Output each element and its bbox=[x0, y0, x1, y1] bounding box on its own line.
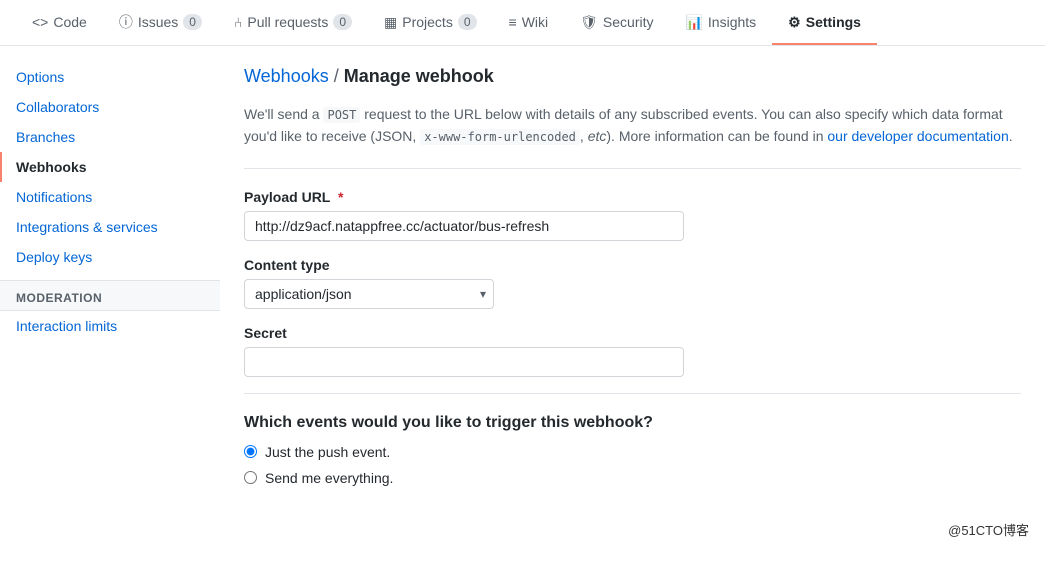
insights-icon: 📊 bbox=[685, 14, 702, 31]
pull-requests-icon: ⑃ bbox=[234, 14, 242, 30]
urlencoded-code: x-www-form-urlencoded bbox=[420, 129, 580, 145]
sidebar-item-options[interactable]: Options bbox=[0, 62, 220, 92]
secret-group: Secret bbox=[244, 325, 1021, 377]
required-marker: * bbox=[338, 189, 343, 205]
payload-url-label: Payload URL * bbox=[244, 189, 1021, 205]
sidebar: Options Collaborators Branches Webhooks … bbox=[0, 46, 220, 546]
settings-icon: ⚙ bbox=[788, 14, 801, 31]
events-title: Which events would you like to trigger t… bbox=[244, 414, 1021, 432]
radio-just-push[interactable] bbox=[244, 445, 257, 458]
radio-push-label: Just the push event. bbox=[265, 444, 390, 460]
top-nav: <> Code ⓘ Issues 0 ⑃ Pull requests 0 ▦ P… bbox=[0, 0, 1045, 46]
radio-item-everything: Send me everything. bbox=[244, 470, 1021, 486]
sidebar-item-integrations[interactable]: Integrations & services bbox=[0, 212, 220, 242]
push-link[interactable]: push bbox=[318, 444, 348, 460]
code-icon: <> bbox=[32, 14, 48, 30]
tab-wiki[interactable]: ≡ Wiki bbox=[493, 2, 565, 44]
issues-icon: ⓘ bbox=[119, 12, 133, 32]
content-type-select[interactable]: application/json application/x-www-form-… bbox=[244, 279, 494, 309]
tab-code[interactable]: <> Code bbox=[16, 2, 103, 44]
tab-settings[interactable]: ⚙ Settings bbox=[772, 2, 877, 45]
breadcrumb: Webhooks / Manage webhook bbox=[244, 66, 1021, 87]
page-layout: Options Collaborators Branches Webhooks … bbox=[0, 46, 1045, 546]
secret-input[interactable] bbox=[244, 347, 684, 377]
post-code: POST bbox=[323, 107, 360, 123]
breadcrumb-current: Manage webhook bbox=[344, 66, 494, 86]
section-divider bbox=[244, 393, 1021, 394]
secret-label: Secret bbox=[244, 325, 1021, 341]
security-icon: 🛡 bbox=[580, 14, 598, 31]
content-type-label: Content type bbox=[244, 257, 1021, 273]
main-content: Webhooks / Manage webhook We'll send a P… bbox=[220, 46, 1045, 546]
sidebar-item-branches[interactable]: Branches bbox=[0, 122, 220, 152]
radio-everything-label: Send me everything. bbox=[265, 470, 393, 486]
moderation-nav: Interaction limits bbox=[0, 311, 220, 341]
tab-issues[interactable]: ⓘ Issues 0 bbox=[103, 0, 218, 46]
watermark: @51CTO博客 bbox=[942, 518, 1035, 541]
sidebar-item-collaborators[interactable]: Collaborators bbox=[0, 92, 220, 122]
payload-url-input[interactable] bbox=[244, 211, 684, 241]
events-group: Which events would you like to trigger t… bbox=[244, 414, 1021, 486]
tab-projects[interactable]: ▦ Projects 0 bbox=[368, 2, 493, 45]
sidebar-nav: Options Collaborators Branches Webhooks … bbox=[0, 62, 220, 272]
radio-everything[interactable] bbox=[244, 471, 257, 484]
sidebar-item-interaction-limits[interactable]: Interaction limits bbox=[0, 311, 220, 341]
developer-docs-link[interactable]: our developer documentation bbox=[827, 128, 1008, 144]
radio-group: Just the push event. Send me everything. bbox=[244, 444, 1021, 486]
sidebar-item-deploy-keys[interactable]: Deploy keys bbox=[0, 242, 220, 272]
content-type-select-wrap: application/json application/x-www-form-… bbox=[244, 279, 494, 309]
payload-url-group: Payload URL * bbox=[244, 189, 1021, 241]
breadcrumb-parent-link[interactable]: Webhooks bbox=[244, 66, 329, 86]
content-type-group: Content type application/json applicatio… bbox=[244, 257, 1021, 309]
tab-insights[interactable]: 📊 Insights bbox=[669, 2, 772, 45]
sidebar-item-notifications[interactable]: Notifications bbox=[0, 182, 220, 212]
tab-pull-requests[interactable]: ⑃ Pull requests 0 bbox=[218, 2, 368, 44]
moderation-section-header: Moderation bbox=[0, 280, 220, 311]
tab-security[interactable]: 🛡 Security bbox=[564, 2, 669, 45]
radio-item-push: Just the push event. bbox=[244, 444, 1021, 460]
sidebar-item-webhooks[interactable]: Webhooks bbox=[0, 152, 220, 182]
projects-icon: ▦ bbox=[384, 14, 397, 31]
wiki-icon: ≡ bbox=[509, 14, 517, 30]
breadcrumb-separator: / bbox=[334, 66, 344, 86]
info-text: We'll send a POST request to the URL bel… bbox=[244, 103, 1021, 169]
